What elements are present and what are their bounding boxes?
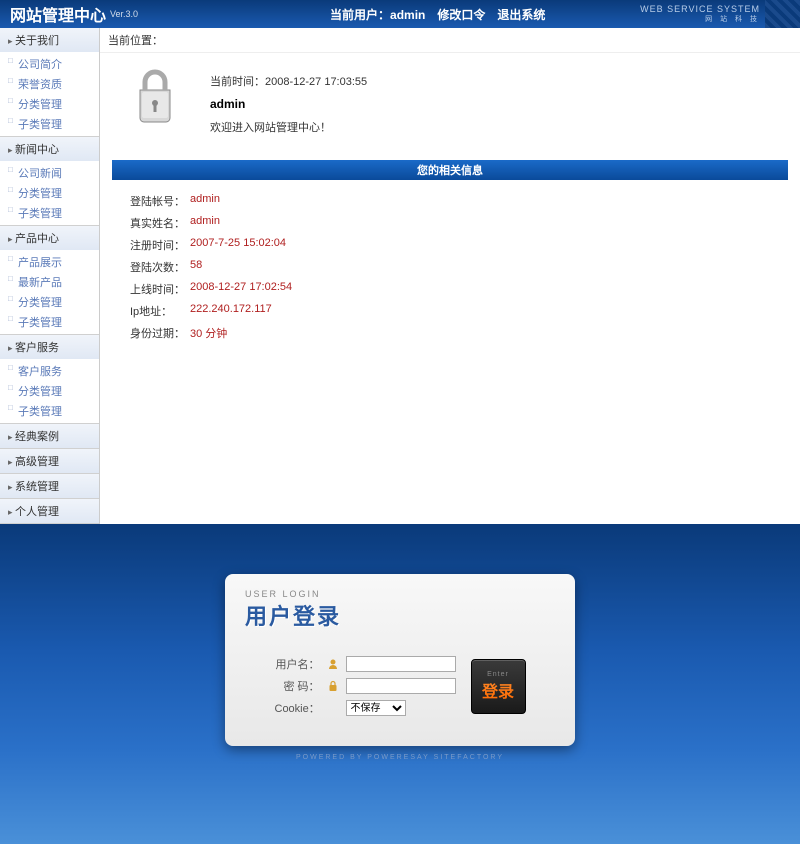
brand-label: WEB SERVICE SYSTEM 网 站 科 技 <box>640 4 760 24</box>
login-title-en: user Login <box>245 589 555 599</box>
info-label: 登陆帐号： <box>130 193 190 209</box>
info-label: 注册时间： <box>130 237 190 253</box>
username-input[interactable] <box>346 656 456 672</box>
header-pattern <box>765 0 800 28</box>
sidebar-item[interactable]: 分类管理 <box>0 94 99 114</box>
info-value: admin <box>190 215 220 231</box>
info-label: 真实姓名： <box>130 215 190 231</box>
current-user-text: 当前用户：admin <box>330 6 425 23</box>
sidebar-item[interactable]: 公司简介 <box>0 54 99 74</box>
info-value: admin <box>190 193 220 209</box>
info-value: 58 <box>190 259 202 275</box>
sidebar-group-head[interactable]: 新闻中心 <box>0 137 99 161</box>
sidebar-item[interactable]: 荣誉资质 <box>0 74 99 94</box>
username-label: 用户名： <box>275 656 320 672</box>
info-table: 登陆帐号：admin真实姓名：admin注册时间：2007-7-25 15:02… <box>130 190 770 344</box>
welcome-message: 欢迎进入网站管理中心！ <box>210 119 367 135</box>
sidebar-item[interactable]: 分类管理 <box>0 292 99 312</box>
sidebar-item[interactable]: 子类管理 <box>0 312 99 332</box>
logout-link[interactable]: 退出系统 <box>497 6 545 23</box>
cookie-label: Cookie： <box>275 700 320 716</box>
password-input[interactable] <box>346 678 456 694</box>
sidebar-group-head[interactable]: 经典案例 <box>0 424 99 448</box>
sidebar-group-head[interactable]: 客户服务 <box>0 335 99 359</box>
info-label: 身份过期： <box>130 325 190 341</box>
info-value: 222.240.172.117 <box>190 303 272 319</box>
login-button[interactable]: Enter 登录 <box>471 659 526 714</box>
top-header: 网站管理中心 Ver.3.0 当前用户：admin 修改口令 退出系统 WEB … <box>0 0 800 28</box>
site-logo: 网站管理中心 <box>10 2 106 26</box>
info-row: 身份过期：30 分钟 <box>130 322 770 344</box>
info-label: 登陆次数： <box>130 259 190 275</box>
password-label: 密 码： <box>275 678 320 694</box>
top-nav: 当前用户：admin 修改口令 退出系统 <box>330 6 545 23</box>
lock-icon <box>130 68 180 126</box>
sidebar-group-head[interactable]: 产品中心 <box>0 226 99 250</box>
login-title-cn: 用户登录 <box>245 599 555 631</box>
info-row: 注册时间：2007-7-25 15:02:04 <box>130 234 770 256</box>
lock-small-icon <box>326 679 340 693</box>
current-time: 当前时间：2008-12-27 17:03:55 <box>210 73 367 89</box>
sidebar-item[interactable]: 分类管理 <box>0 183 99 203</box>
welcome-block: 当前时间：2008-12-27 17:03:55 admin 欢迎进入网站管理中… <box>100 53 800 150</box>
info-value: 30 分钟 <box>190 325 227 341</box>
sidebar-item[interactable]: 产品展示 <box>0 252 99 272</box>
login-section: user Login 用户登录 用户名： 密 码： Cookie： 不保存 <box>0 524 800 844</box>
info-label: Ip地址： <box>130 303 190 319</box>
sidebar-group-head[interactable]: 系统管理 <box>0 474 99 498</box>
sidebar-item[interactable]: 子类管理 <box>0 203 99 223</box>
sidebar-item[interactable]: 子类管理 <box>0 114 99 134</box>
user-icon <box>326 657 340 671</box>
info-value: 2008-12-27 17:02:54 <box>190 281 292 297</box>
sidebar-item[interactable]: 分类管理 <box>0 381 99 401</box>
sidebar: 关于我们公司简介荣誉资质分类管理子类管理新闻中心公司新闻分类管理子类管理产品中心… <box>0 28 100 524</box>
info-label: 上线时间： <box>130 281 190 297</box>
info-row: 登陆次数：58 <box>130 256 770 278</box>
login-box: user Login 用户登录 用户名： 密 码： Cookie： 不保存 <box>225 574 575 746</box>
main-content: 当前位置： 当前时间：2008-12-27 17:03:55 admin 欢迎进… <box>100 28 800 524</box>
info-row: 上线时间：2008-12-27 17:02:54 <box>130 278 770 300</box>
sidebar-group-head[interactable]: 高级管理 <box>0 449 99 473</box>
info-row: 登陆帐号：admin <box>130 190 770 212</box>
sidebar-item[interactable]: 公司新闻 <box>0 163 99 183</box>
change-password-link[interactable]: 修改口令 <box>437 6 485 23</box>
sidebar-item[interactable]: 客户服务 <box>0 361 99 381</box>
breadcrumb: 当前位置： <box>100 28 800 53</box>
powered-by: POWERED BY POWERESAY SITEFACTORY <box>296 754 504 761</box>
info-bar: 您的相关信息 <box>112 160 788 180</box>
info-row: 真实姓名：admin <box>130 212 770 234</box>
sidebar-item[interactable]: 最新产品 <box>0 272 99 292</box>
version-label: Ver.3.0 <box>110 9 138 19</box>
info-row: Ip地址：222.240.172.117 <box>130 300 770 322</box>
sidebar-group-head[interactable]: 关于我们 <box>0 28 99 52</box>
welcome-user: admin <box>210 97 367 111</box>
sidebar-item[interactable]: 子类管理 <box>0 401 99 421</box>
info-value: 2007-7-25 15:02:04 <box>190 237 286 253</box>
sidebar-group-head[interactable]: 个人管理 <box>0 499 99 523</box>
cookie-select[interactable]: 不保存 <box>346 700 406 716</box>
